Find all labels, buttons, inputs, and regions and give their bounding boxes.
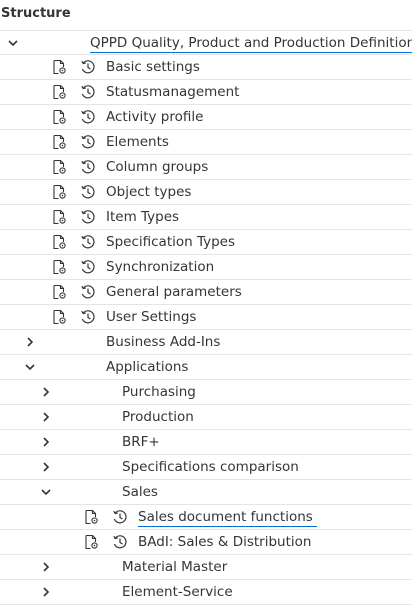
tree-leaf-label[interactable]: Sales document functions xyxy=(138,508,317,527)
document-settings-icon xyxy=(51,84,67,100)
tree-node-label[interactable]: Business Add-Ins xyxy=(106,333,220,351)
tree-node-label[interactable]: Element-Service xyxy=(122,583,233,601)
document-settings-icon xyxy=(51,284,67,300)
tree-leaf-synchronization[interactable]: Synchronization xyxy=(0,255,412,280)
chevron-right-icon[interactable] xyxy=(39,385,53,399)
tree-node-sales[interactable]: Sales xyxy=(0,480,412,505)
chevron-right-icon[interactable] xyxy=(39,585,53,599)
tree-node-label[interactable]: Sales xyxy=(122,483,158,501)
tree-leaf-column-groups[interactable]: Column groups xyxy=(0,155,412,180)
tree-node-business-add-ins[interactable]: Business Add-Ins xyxy=(0,330,412,355)
tree-leaf-user-settings[interactable]: User Settings xyxy=(0,305,412,330)
structure-header: Structure xyxy=(0,0,412,30)
history-clock-icon xyxy=(80,259,96,275)
chevron-right-icon[interactable] xyxy=(39,410,53,424)
history-clock-icon xyxy=(112,509,128,525)
tree-leaf-statusmanagement[interactable]: Statusmanagement xyxy=(0,80,412,105)
tree-node-purchasing[interactable]: Purchasing xyxy=(0,380,412,405)
tree-leaf-label[interactable]: Synchronization xyxy=(106,258,214,276)
document-settings-icon xyxy=(51,159,67,175)
tree-node-label[interactable]: Specifications comparison xyxy=(122,458,299,476)
tree-leaf-label[interactable]: Specification Types xyxy=(106,233,235,251)
tree-leaf-label[interactable]: BAdI: Sales & Distribution xyxy=(138,533,311,551)
tree-node-root-label[interactable]: QPPD Quality, Product and Production Def… xyxy=(90,34,412,53)
document-settings-icon xyxy=(83,534,99,550)
history-clock-icon xyxy=(80,159,96,175)
structure-title: Structure xyxy=(1,6,71,21)
tree-leaf-item-types[interactable]: Item Types xyxy=(0,205,412,230)
document-settings-icon xyxy=(51,234,67,250)
tree-leaf-label[interactable]: User Settings xyxy=(106,308,196,326)
tree-leaf-label[interactable]: Basic settings xyxy=(106,58,200,76)
document-settings-icon xyxy=(51,59,67,75)
document-settings-icon xyxy=(51,109,67,125)
tree-leaf-elements[interactable]: Elements xyxy=(0,130,412,155)
document-settings-icon xyxy=(51,309,67,325)
tree-node-production[interactable]: Production xyxy=(0,405,412,430)
tree-leaf-label[interactable]: Object types xyxy=(106,183,191,201)
tree-node-specifications-comparison[interactable]: Specifications comparison xyxy=(0,455,412,480)
tree-node-brf[interactable]: BRF+ xyxy=(0,430,412,455)
history-clock-icon xyxy=(80,109,96,125)
document-settings-icon xyxy=(83,509,99,525)
tree-node-label[interactable]: Purchasing xyxy=(122,383,196,401)
history-clock-icon xyxy=(112,534,128,550)
chevron-down-icon[interactable] xyxy=(39,485,53,499)
chevron-right-icon[interactable] xyxy=(39,560,53,574)
document-settings-icon xyxy=(51,259,67,275)
tree-leaf-label[interactable]: Activity profile xyxy=(106,108,203,126)
history-clock-icon xyxy=(80,309,96,325)
tree-leaf-label[interactable]: Elements xyxy=(106,133,169,151)
tree-node-label[interactable]: Material Master xyxy=(122,558,227,576)
history-clock-icon xyxy=(80,284,96,300)
tree-node-applications[interactable]: Applications xyxy=(0,355,412,380)
tree-node-element-service[interactable]: Element-Service xyxy=(0,580,412,605)
tree-node-label[interactable]: Applications xyxy=(106,358,188,376)
tree-leaf-object-types[interactable]: Object types xyxy=(0,180,412,205)
history-clock-icon xyxy=(80,184,96,200)
chevron-down-icon[interactable] xyxy=(6,36,20,50)
tree-leaf-basic-settings[interactable]: Basic settings xyxy=(0,55,412,80)
document-settings-icon xyxy=(51,184,67,200)
tree-node-label[interactable]: BRF+ xyxy=(122,433,160,451)
tree-leaf-label[interactable]: General parameters xyxy=(106,283,242,301)
tree-node-label[interactable]: Production xyxy=(122,408,194,426)
tree-leaf-sales-document-functions[interactable]: Sales document functions xyxy=(0,505,412,530)
chevron-right-icon[interactable] xyxy=(39,435,53,449)
history-clock-icon xyxy=(80,209,96,225)
structure-tree: QPPD Quality, Product and Production Def… xyxy=(0,30,412,605)
tree-leaf-general-parameters[interactable]: General parameters xyxy=(0,280,412,305)
tree-node-root[interactable]: QPPD Quality, Product and Production Def… xyxy=(0,30,412,55)
tree-leaf-label[interactable]: Statusmanagement xyxy=(106,83,239,101)
history-clock-icon xyxy=(80,84,96,100)
tree-leaf-badi-sales-distribution[interactable]: BAdI: Sales & Distribution xyxy=(0,530,412,555)
tree-leaf-activity-profile[interactable]: Activity profile xyxy=(0,105,412,130)
document-settings-icon xyxy=(51,209,67,225)
tree-node-material-master[interactable]: Material Master xyxy=(0,555,412,580)
history-clock-icon xyxy=(80,59,96,75)
tree-leaf-label[interactable]: Column groups xyxy=(106,158,208,176)
chevron-down-icon[interactable] xyxy=(23,360,37,374)
tree-leaf-specification-types[interactable]: Specification Types xyxy=(0,230,412,255)
tree-leaf-label[interactable]: Item Types xyxy=(106,208,179,226)
chevron-right-icon[interactable] xyxy=(39,460,53,474)
history-clock-icon xyxy=(80,234,96,250)
chevron-right-icon[interactable] xyxy=(23,335,37,349)
document-settings-icon xyxy=(51,134,67,150)
history-clock-icon xyxy=(80,134,96,150)
